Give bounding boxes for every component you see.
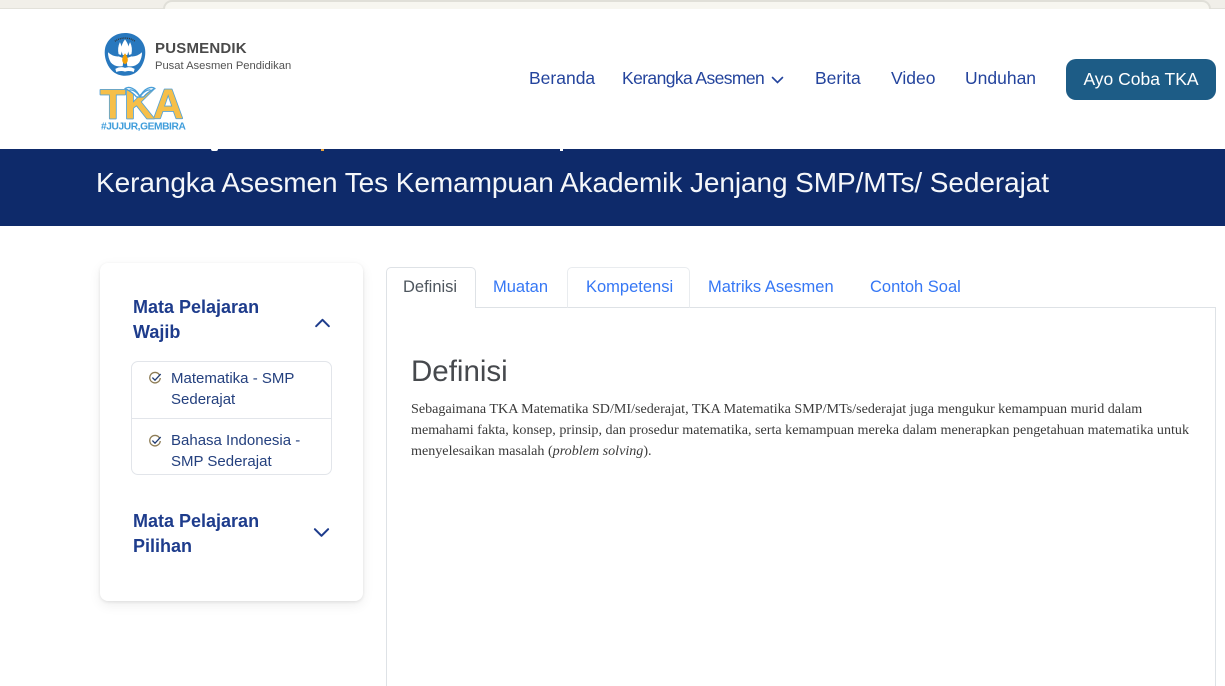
svg-text:#JUJUR,GEMBIRA: #JUJUR,GEMBIRA bbox=[101, 122, 186, 133]
